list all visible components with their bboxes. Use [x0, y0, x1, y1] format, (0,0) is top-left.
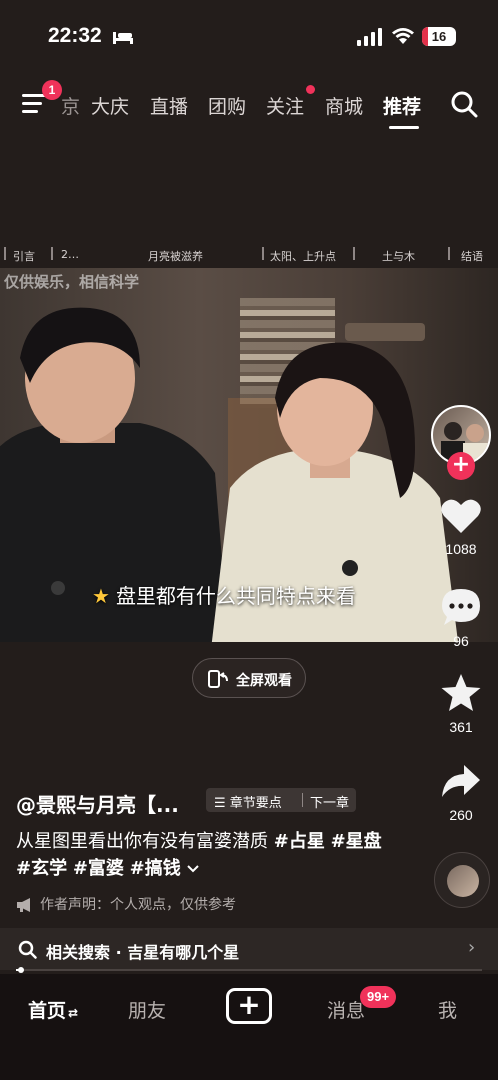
- chapter-chip[interactable]: ☰ 章节要点 下一章: [206, 788, 356, 812]
- wifi-icon: [392, 28, 414, 44]
- chapter-separator: [262, 247, 264, 260]
- tab-me[interactable]: 我: [438, 996, 457, 1023]
- tab-daqing[interactable]: 大庆: [91, 92, 129, 119]
- hashtag[interactable]: #占星: [274, 831, 325, 852]
- active-tab-underline: [389, 126, 419, 129]
- video-watermark: 仅供娱乐，相信科学: [4, 273, 140, 291]
- author-name[interactable]: @景熙与月亮【...: [16, 789, 179, 818]
- music-cover: [447, 865, 479, 897]
- share-arrow-icon: [442, 765, 480, 797]
- related-search-bar[interactable]: 相关搜索 · 吉星有哪几个星 ›: [0, 928, 498, 970]
- cellular-signal-icon: [357, 28, 382, 46]
- tab-messages[interactable]: 消息: [327, 996, 365, 1023]
- comment-button[interactable]: 96: [430, 587, 492, 649]
- favorite-button[interactable]: 361: [430, 673, 492, 735]
- chapter-key-points[interactable]: ☰ 章节要点: [214, 792, 282, 811]
- chapter-item[interactable]: 引言: [13, 248, 35, 264]
- video-subtitle: ★ 盘里都有什么共同特点来看: [92, 580, 356, 609]
- chapter-item[interactable]: 月亮被滋养: [148, 248, 203, 264]
- chapter-item[interactable]: 结语: [461, 248, 483, 264]
- tab-friends[interactable]: 朋友: [128, 996, 166, 1023]
- menu-badge: 1: [42, 80, 62, 100]
- like-count: 1088: [445, 541, 477, 557]
- megaphone-icon: [17, 898, 30, 912]
- chevron-right-icon: ›: [468, 937, 476, 958]
- search-icon[interactable]: [450, 90, 478, 118]
- hashtag[interactable]: #星盘: [331, 831, 382, 852]
- chapter-separator: [353, 247, 355, 260]
- status-time: 22:32: [48, 24, 102, 47]
- author-disclaimer: 作者声明：个人观点，仅供参考: [16, 894, 236, 914]
- tab-home[interactable]: 首页 ⇄: [28, 996, 78, 1023]
- chip-separator: [302, 793, 303, 807]
- share-button[interactable]: 260: [430, 763, 492, 823]
- star-emoji-icon: ★: [92, 584, 110, 608]
- disclaimer-text: 作者声明：个人观点，仅供参考: [40, 897, 236, 913]
- bottom-tab-bar: 首页 ⇄ 朋友 + 消息 99+ 我: [0, 974, 498, 1080]
- subtitle-text: 盘里都有什么共同特点来看: [115, 584, 356, 608]
- fullscreen-button[interactable]: 全屏观看: [192, 658, 306, 698]
- status-bar: 22:32 16: [0, 0, 498, 70]
- video-progress-bar[interactable]: [16, 967, 482, 973]
- switch-icon: ⇄: [68, 1006, 79, 1020]
- create-plus-button[interactable]: +: [226, 988, 272, 1024]
- share-count: 260: [449, 807, 473, 823]
- chapter-separator: [51, 247, 53, 260]
- menu-icon[interactable]: [22, 94, 46, 114]
- expand-chevron-icon[interactable]: [186, 863, 200, 875]
- star-icon: [441, 674, 481, 711]
- hashtag[interactable]: #搞钱: [130, 858, 181, 879]
- tab-group-buy[interactable]: 团购: [208, 92, 246, 119]
- comment-count: 96: [453, 633, 469, 649]
- fullscreen-label: 全屏观看: [236, 673, 292, 689]
- chapter-item[interactable]: 太阳、上升点: [270, 248, 336, 264]
- video-description[interactable]: 从星图里看出你有没有富婆潜质 #占星 #星盘 #玄学 #富婆 #搞钱: [16, 828, 406, 882]
- related-search-text: 相关搜索 · 吉星有哪几个星: [46, 943, 240, 962]
- tab-recommend[interactable]: 推荐: [383, 92, 421, 119]
- rotate-screen-icon: [208, 670, 228, 688]
- messages-badge: 99+: [360, 986, 397, 1008]
- top-nav: 1 京 大庆 直播 团购 关注 商城 推荐: [0, 80, 498, 130]
- search-icon: [18, 940, 37, 959]
- sleep-focus-icon: [113, 32, 133, 44]
- chapter-separator: [448, 247, 450, 260]
- battery-percent: 16: [431, 29, 447, 44]
- video-player[interactable]: 仅供娱乐，相信科学 ★ 盘里都有什么共同特点来看: [0, 268, 498, 642]
- follow-plus-button[interactable]: +: [447, 452, 475, 480]
- music-disc[interactable]: [434, 852, 490, 908]
- chapter-item[interactable]: 2…: [61, 248, 79, 261]
- battery-level-fill: [422, 27, 428, 46]
- battery-indicator: 16: [422, 27, 456, 46]
- chapter-item[interactable]: 土与木: [382, 248, 415, 264]
- chapter-separator: [4, 247, 6, 260]
- tab-partial[interactable]: 京: [61, 92, 80, 119]
- comment-icon: [442, 589, 480, 625]
- heart-icon: [441, 499, 481, 533]
- tab-mall[interactable]: 商城: [325, 92, 363, 119]
- tab-live[interactable]: 直播: [150, 92, 188, 119]
- hashtag[interactable]: #玄学: [16, 858, 67, 879]
- tab-following[interactable]: 关注: [266, 92, 304, 119]
- description-text: 从星图里看出你有没有富婆潜质: [16, 831, 274, 852]
- chapter-bar: 引言 2… 月亮被滋养 太阳、上升点 土与木 结语: [0, 242, 498, 268]
- like-button[interactable]: 1088: [430, 497, 492, 557]
- hashtag[interactable]: #富婆: [73, 858, 124, 879]
- favorite-count: 361: [449, 719, 473, 735]
- progress-handle[interactable]: [17, 967, 24, 973]
- following-new-dot: [306, 85, 315, 94]
- next-chapter-button[interactable]: 下一章: [310, 792, 349, 811]
